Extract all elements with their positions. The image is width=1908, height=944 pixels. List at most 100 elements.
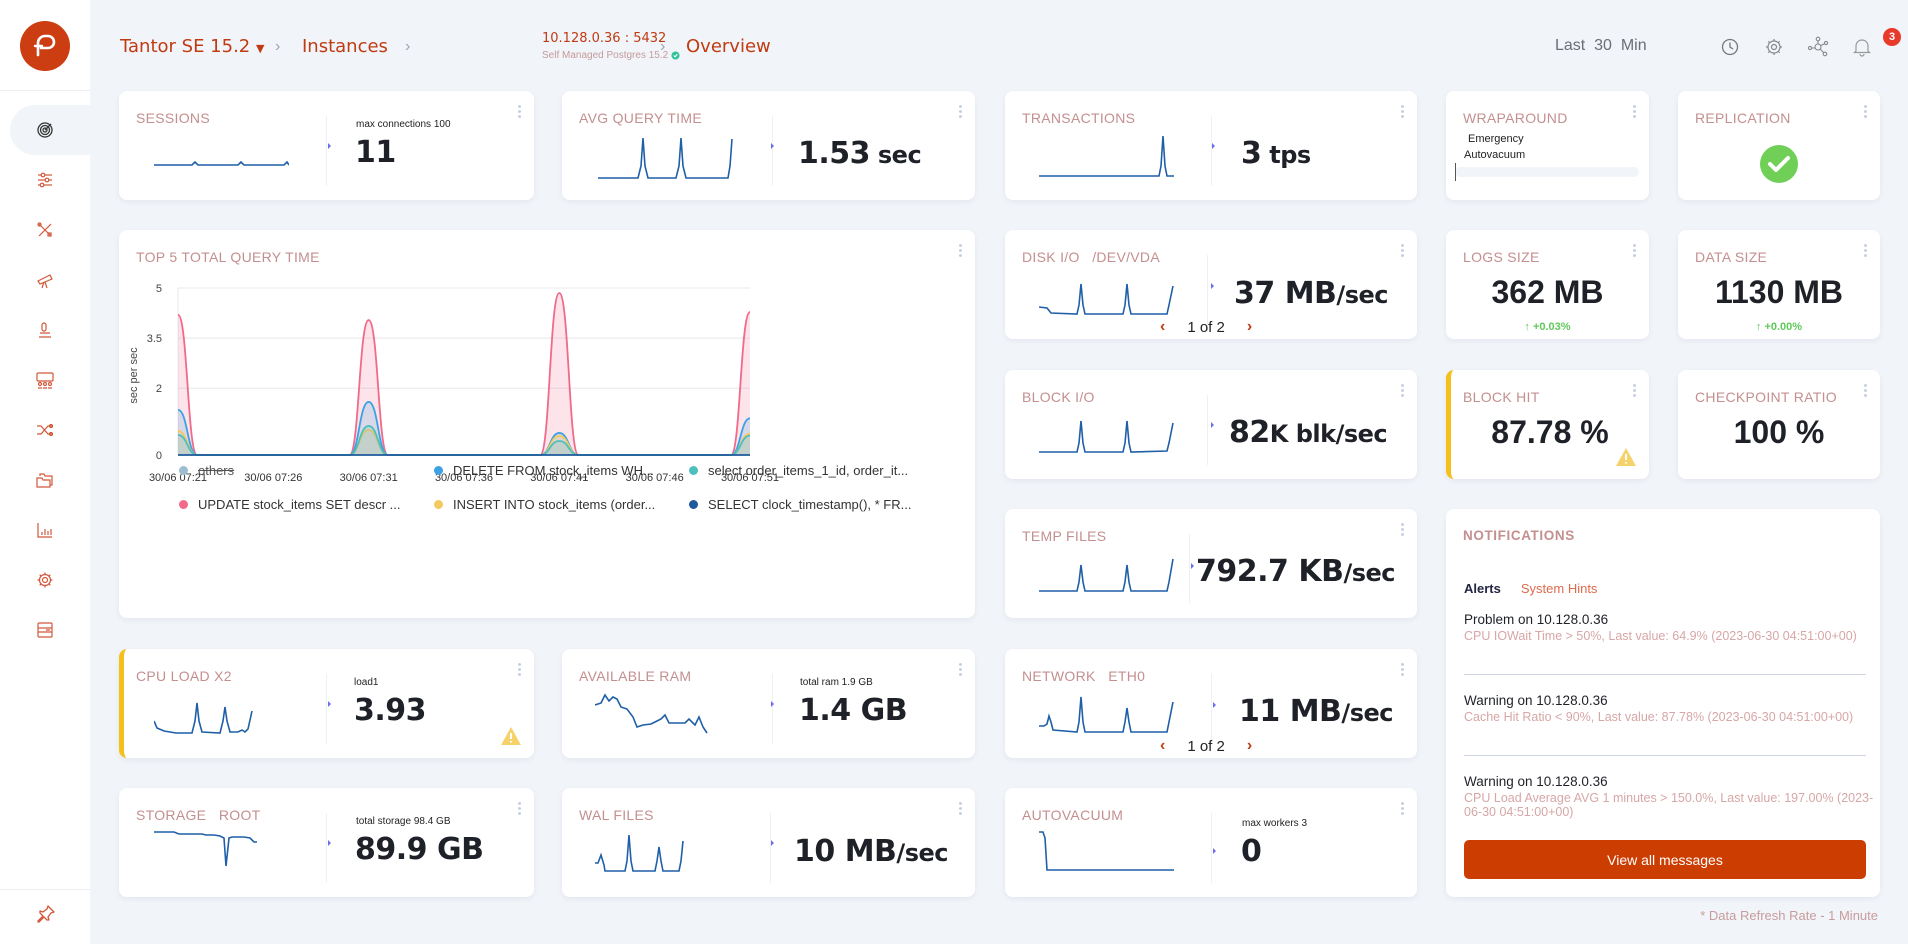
query-time-chart: 023.55sec per sec30/06 07:21 30/06 07:26 3…	[128, 283, 779, 484]
users-icon	[36, 372, 54, 389]
page-indicator: 1 of 2	[1187, 318, 1225, 336]
notification-title: Problem on 10.128.0.36	[1464, 612, 1609, 627]
legend-item[interactable]: INSERT INTO stock_items (order...	[434, 497, 655, 512]
app-logo[interactable]	[20, 21, 70, 71]
temp-files-card[interactable]: TEMP FILES 792.7 KB/sec	[1005, 509, 1417, 618]
kebab-menu-icon[interactable]	[1633, 105, 1637, 118]
clock-icon[interactable]	[1721, 38, 1739, 56]
kebab-menu-icon[interactable]	[1401, 802, 1405, 815]
legend-item[interactable]: UPDATE stock_items SET descr ...	[179, 497, 401, 512]
logs-size-card[interactable]: LOGS SIZE 362 MB ↑ +0.03%	[1446, 230, 1649, 339]
topology-icon[interactable]	[1807, 36, 1829, 58]
legend-item[interactable]: DELETE FROM stock_items WH...	[434, 463, 654, 478]
kebab-menu-icon[interactable]	[518, 105, 522, 118]
kebab-menu-icon[interactable]	[959, 802, 963, 815]
value-number: 37 MB	[1234, 276, 1337, 311]
transactions-card[interactable]: TRANSACTIONS 3 tps	[1005, 91, 1417, 200]
breadcrumb-instance[interactable]: 10.128.0.36 : 5432	[542, 31, 666, 46]
sidebar-item-maintenance[interactable]	[0, 205, 90, 255]
sidebar-item-query-analysis[interactable]	[0, 305, 90, 355]
wal-files-card[interactable]: WAL FILES 10 MB/sec	[562, 788, 975, 897]
card-title: AUTOVACUUM	[1022, 807, 1124, 823]
sidebar-item-databases[interactable]	[0, 605, 90, 655]
kebab-menu-icon[interactable]	[1864, 384, 1868, 397]
prev-page-button[interactable]: ‹	[1160, 318, 1165, 336]
tab-alerts[interactable]: Alerts	[1464, 581, 1501, 596]
kebab-menu-icon[interactable]	[959, 244, 963, 257]
avg-query-sparkline	[598, 137, 733, 179]
next-page-button[interactable]: ›	[1247, 318, 1252, 336]
tools-icon	[37, 222, 52, 237]
checkpoint-ratio-card[interactable]: CHECKPOINT RATIO 100 %	[1678, 370, 1880, 479]
breadcrumb-overview: Overview	[686, 36, 771, 57]
kebab-menu-icon[interactable]	[1401, 523, 1405, 536]
folders-icon	[36, 473, 53, 488]
kebab-menu-icon[interactable]	[1864, 244, 1868, 257]
wraparound-card[interactable]: WRAPAROUND Emergency Autovacuum	[1446, 91, 1649, 200]
kebab-menu-icon[interactable]	[1401, 244, 1405, 257]
bell-icon[interactable]	[1853, 37, 1871, 57]
kebab-menu-icon[interactable]	[1864, 105, 1868, 118]
prev-page-button[interactable]: ‹	[1160, 737, 1165, 755]
legend-item[interactable]: select order_items_1_id, order_it...	[689, 463, 908, 478]
time-range-selector[interactable]: Last 30 Min	[1555, 37, 1647, 55]
avg-query-time-card[interactable]: AVG QUERY TIME 1.53 sec	[562, 91, 975, 200]
view-all-messages-button[interactable]: View all messages	[1464, 840, 1866, 879]
card-divider	[326, 674, 327, 744]
sidebar-item-sessions[interactable]	[0, 355, 90, 405]
sessions-card[interactable]: SESSIONS max connections 100 11	[119, 91, 534, 200]
checkpoint-ratio-value: 100 %	[1733, 414, 1825, 450]
legend-item[interactable]: SELECT clock_timestamp(), * FR...	[689, 497, 911, 512]
pin-sidebar-button[interactable]	[36, 904, 56, 929]
cpu-load-sub: load1	[354, 677, 379, 688]
notification-item[interactable]: Problem on 10.128.0.36 CPU IOWait Time >…	[1464, 612, 1864, 643]
tab-system-hints[interactable]: System Hints	[1521, 581, 1598, 596]
legend-swatch	[434, 500, 443, 509]
notification-item[interactable]: Warning on 10.128.0.36 Cache Hit Ratio <…	[1464, 693, 1864, 724]
sidebar-item-replication[interactable]	[0, 405, 90, 455]
logs-size-value: 362 MB	[1491, 274, 1604, 310]
sidebar-item-storage[interactable]	[0, 455, 90, 505]
sidebar-item-overview[interactable]	[0, 105, 90, 155]
kebab-menu-icon[interactable]	[1401, 663, 1405, 676]
kebab-menu-icon[interactable]	[1633, 244, 1637, 257]
kebab-menu-icon[interactable]	[1401, 105, 1405, 118]
notification-item[interactable]: Warning on 10.128.0.36 CPU Load Average …	[1464, 774, 1874, 819]
wal-files-value: 10 MB/sec	[794, 834, 948, 869]
autovacuum-value: 0	[1241, 834, 1262, 869]
sidebar-item-configuration[interactable]	[0, 155, 90, 205]
kebab-menu-icon[interactable]	[959, 663, 963, 676]
breadcrumb-instances[interactable]: Instances	[302, 36, 388, 57]
disk-io-pager: ‹ 1 of 2 ›	[1160, 318, 1252, 336]
value-number: 11 MB	[1239, 694, 1342, 729]
kebab-menu-icon[interactable]	[959, 105, 963, 118]
network-card[interactable]: NETWORK ETH0 11 MB/sec ‹ 1 of 2 ›	[1005, 649, 1417, 758]
kebab-menu-icon[interactable]	[1401, 384, 1405, 397]
product-selector[interactable]: Tantor SE 15.2 ▼	[120, 36, 264, 57]
available-ram-value: 1.4 GB	[799, 693, 908, 728]
next-page-button[interactable]: ›	[1247, 737, 1252, 755]
block-io-card[interactable]: BLOCK I/O 82K blk/sec	[1005, 370, 1417, 479]
kebab-menu-icon[interactable]	[1633, 384, 1637, 397]
settings-icon[interactable]	[1765, 38, 1783, 56]
replication-card[interactable]: REPLICATION	[1678, 91, 1880, 200]
x-tick-label: 30/06 07:31	[340, 472, 398, 484]
sidebar-item-monitoring[interactable]	[0, 255, 90, 305]
kebab-menu-icon[interactable]	[518, 663, 522, 676]
block-hit-card[interactable]: BLOCK HIT 87.78 %	[1446, 370, 1649, 479]
value-unit: blk/sec	[1287, 420, 1388, 448]
storage-card[interactable]: STORAGE ROOT total storage 98.4 GB 89.9 …	[119, 788, 534, 897]
value-unit: /sec	[896, 839, 948, 867]
available-ram-card[interactable]: AVAILABLE RAM total ram 1.9 GB 1.4 GB	[562, 649, 975, 758]
kebab-menu-icon[interactable]	[518, 802, 522, 815]
data-size-card[interactable]: DATA SIZE 1130 MB ↑ +0.00%	[1678, 230, 1880, 339]
card-title: STORAGE ROOT	[136, 807, 261, 823]
legend-label: SELECT clock_timestamp(), * FR...	[708, 497, 912, 512]
sidebar-item-settings[interactable]	[0, 555, 90, 605]
disk-io-card[interactable]: DISK I/O /DEV/VDA 37 MB/sec ‹ 1 of 2 ›	[1005, 230, 1417, 339]
legend-item[interactable]: others	[179, 463, 234, 478]
legend-label: DELETE FROM stock_items WH...	[453, 463, 654, 478]
cpu-load-card[interactable]: CPU LOAD X2 load1 3.93	[119, 649, 534, 758]
sidebar-item-reports[interactable]	[0, 505, 90, 555]
autovacuum-card[interactable]: AUTOVACUUM max workers 3 0	[1005, 788, 1417, 897]
